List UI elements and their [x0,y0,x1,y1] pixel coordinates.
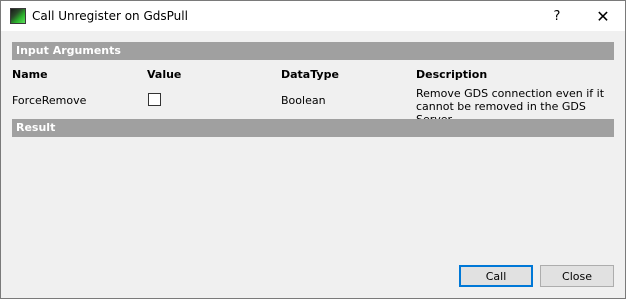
argument-datatype: Boolean [281,94,326,107]
argument-name: ForceRemove [12,94,87,107]
close-button[interactable]: Close [540,265,614,287]
app-icon [10,8,26,24]
help-icon: ? [553,8,561,24]
column-header-value: Value [147,68,182,81]
force-remove-checkbox[interactable] [148,93,161,106]
column-header-name: Name [12,68,48,81]
result-header: Result [12,119,614,137]
help-button[interactable]: ? [535,1,579,31]
close-window-button[interactable]: ✕ [581,1,625,31]
column-header-datatype: DataType [281,68,339,81]
dialog-window: Call Unregister on GdsPull ? ✕ Input Arg… [0,0,626,299]
close-icon: ✕ [596,6,610,26]
input-arguments-header: Input Arguments [12,42,614,60]
call-button[interactable]: Call [459,265,533,287]
dialog-content: Input Arguments Name Value DataType Desc… [1,31,625,298]
window-title: Call Unregister on GdsPull [32,9,188,23]
column-header-description: Description [416,68,488,81]
title-bar: Call Unregister on GdsPull ? ✕ [1,1,625,31]
